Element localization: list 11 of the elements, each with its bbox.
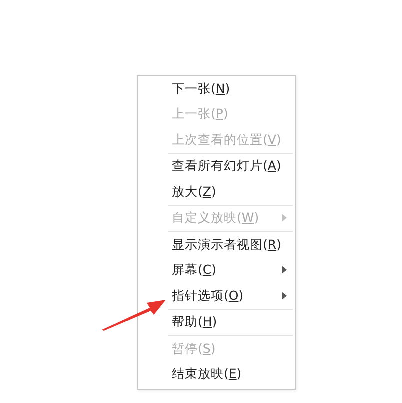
menu-item[interactable]: 查看所有幻灯片(A) (138, 154, 295, 179)
menu-item[interactable]: 帮助(H) (138, 310, 295, 335)
submenu-arrow-icon (282, 266, 287, 274)
menu-item[interactable]: 指针选项(O) (138, 283, 295, 308)
menu-item[interactable]: 放大(Z) (138, 179, 295, 204)
submenu-arrow-icon (282, 214, 287, 222)
menu-item[interactable]: 显示演示者视图(R) (138, 232, 295, 258)
menu-item[interactable]: 屏幕(C) (138, 258, 295, 283)
submenu-arrow-icon (282, 292, 287, 300)
menu-item[interactable]: 下一张(N) (138, 76, 295, 102)
menu-item[interactable]: 结束放映(E) (138, 362, 295, 387)
